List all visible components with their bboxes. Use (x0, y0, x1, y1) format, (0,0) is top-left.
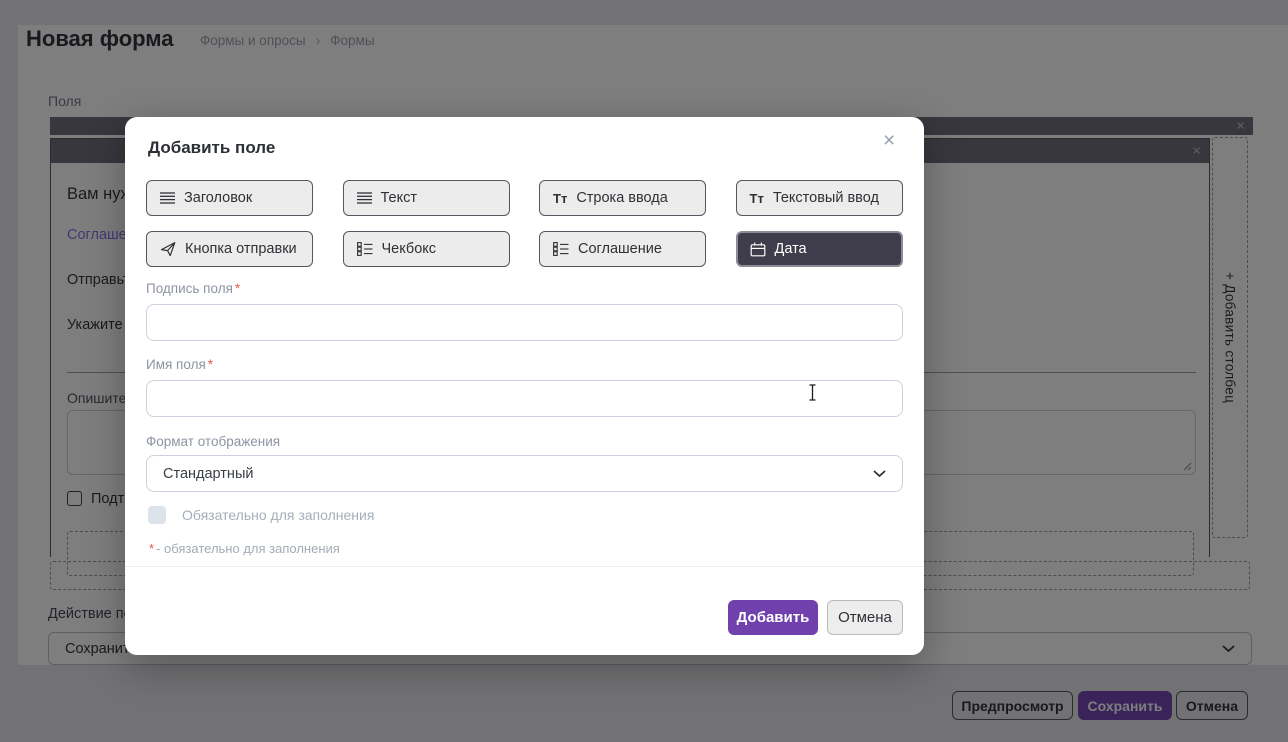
paper-plane-icon (160, 241, 176, 257)
field-type-grid: Заголовок Текст Tт Строка ввода Tт Текст… (146, 180, 903, 267)
lines-icon (160, 192, 175, 204)
field-type-label: Заголовок (184, 190, 252, 206)
field-type-date-button[interactable]: Дата (736, 231, 903, 267)
close-icon[interactable]: × (883, 129, 895, 153)
required-checkbox-label: Обязательно для заполнения (182, 507, 374, 523)
required-checkbox[interactable] (148, 506, 166, 524)
field-type-label: Соглашение (578, 241, 662, 257)
label-text: Подпись поля (146, 281, 233, 296)
lines-icon (357, 192, 372, 204)
name-field-label: Имя поля* (146, 357, 213, 372)
text-cursor-icon (808, 384, 817, 401)
required-checkbox-row: Обязательно для заполнения (148, 506, 374, 524)
required-asterisk: * (208, 357, 213, 372)
field-type-label: Строка ввода (576, 190, 668, 206)
text-input-icon: Tт (750, 191, 764, 206)
format-select[interactable]: Стандартный (146, 455, 903, 492)
name-field-input[interactable] (146, 380, 903, 417)
checklist-icon (357, 242, 373, 256)
modal-footer-divider (125, 566, 924, 567)
field-type-agreement-button[interactable]: Соглашение (539, 231, 706, 267)
field-type-label: Дата (775, 241, 807, 257)
add-button[interactable]: Добавить (728, 600, 818, 635)
required-asterisk: * (235, 281, 240, 296)
text-input-icon: Tт (553, 191, 567, 206)
caption-field-label: Подпись поля* (146, 281, 240, 296)
field-type-label: Чекбокс (382, 241, 437, 257)
modal-title: Добавить поле (148, 138, 275, 158)
field-type-input-line-button[interactable]: Tт Строка ввода (539, 180, 706, 216)
format-select-value: Стандартный (163, 466, 253, 482)
format-field-label: Формат отображения (146, 434, 280, 449)
field-type-label: Кнопка отправки (185, 241, 297, 257)
required-note: *- обязательно для заполнения (147, 541, 340, 556)
checklist-icon (553, 242, 569, 256)
required-asterisk: * (149, 541, 154, 556)
calendar-icon (750, 242, 766, 257)
field-type-label: Текстовый ввод (773, 190, 879, 206)
field-type-checkbox-button[interactable]: Чекбокс (343, 231, 510, 267)
chevron-down-icon (873, 470, 886, 478)
field-type-text-input-button[interactable]: Tт Текстовый ввод (736, 180, 903, 216)
field-type-submit-button[interactable]: Кнопка отправки (146, 231, 313, 267)
app-root: Новая форма Формы и опросы › Формы Поля … (0, 0, 1288, 742)
caption-field-input[interactable] (146, 304, 903, 341)
field-type-text-button[interactable]: Текст (343, 180, 510, 216)
cancel-button[interactable]: Отмена (827, 600, 903, 635)
label-text: Имя поля (146, 357, 206, 372)
field-type-label: Текст (381, 190, 418, 206)
add-field-modal: Добавить поле × Заголовок Текст Tт Строк… (125, 117, 924, 655)
field-type-header-button[interactable]: Заголовок (146, 180, 313, 216)
required-note-text: - обязательно для заполнения (156, 541, 340, 556)
